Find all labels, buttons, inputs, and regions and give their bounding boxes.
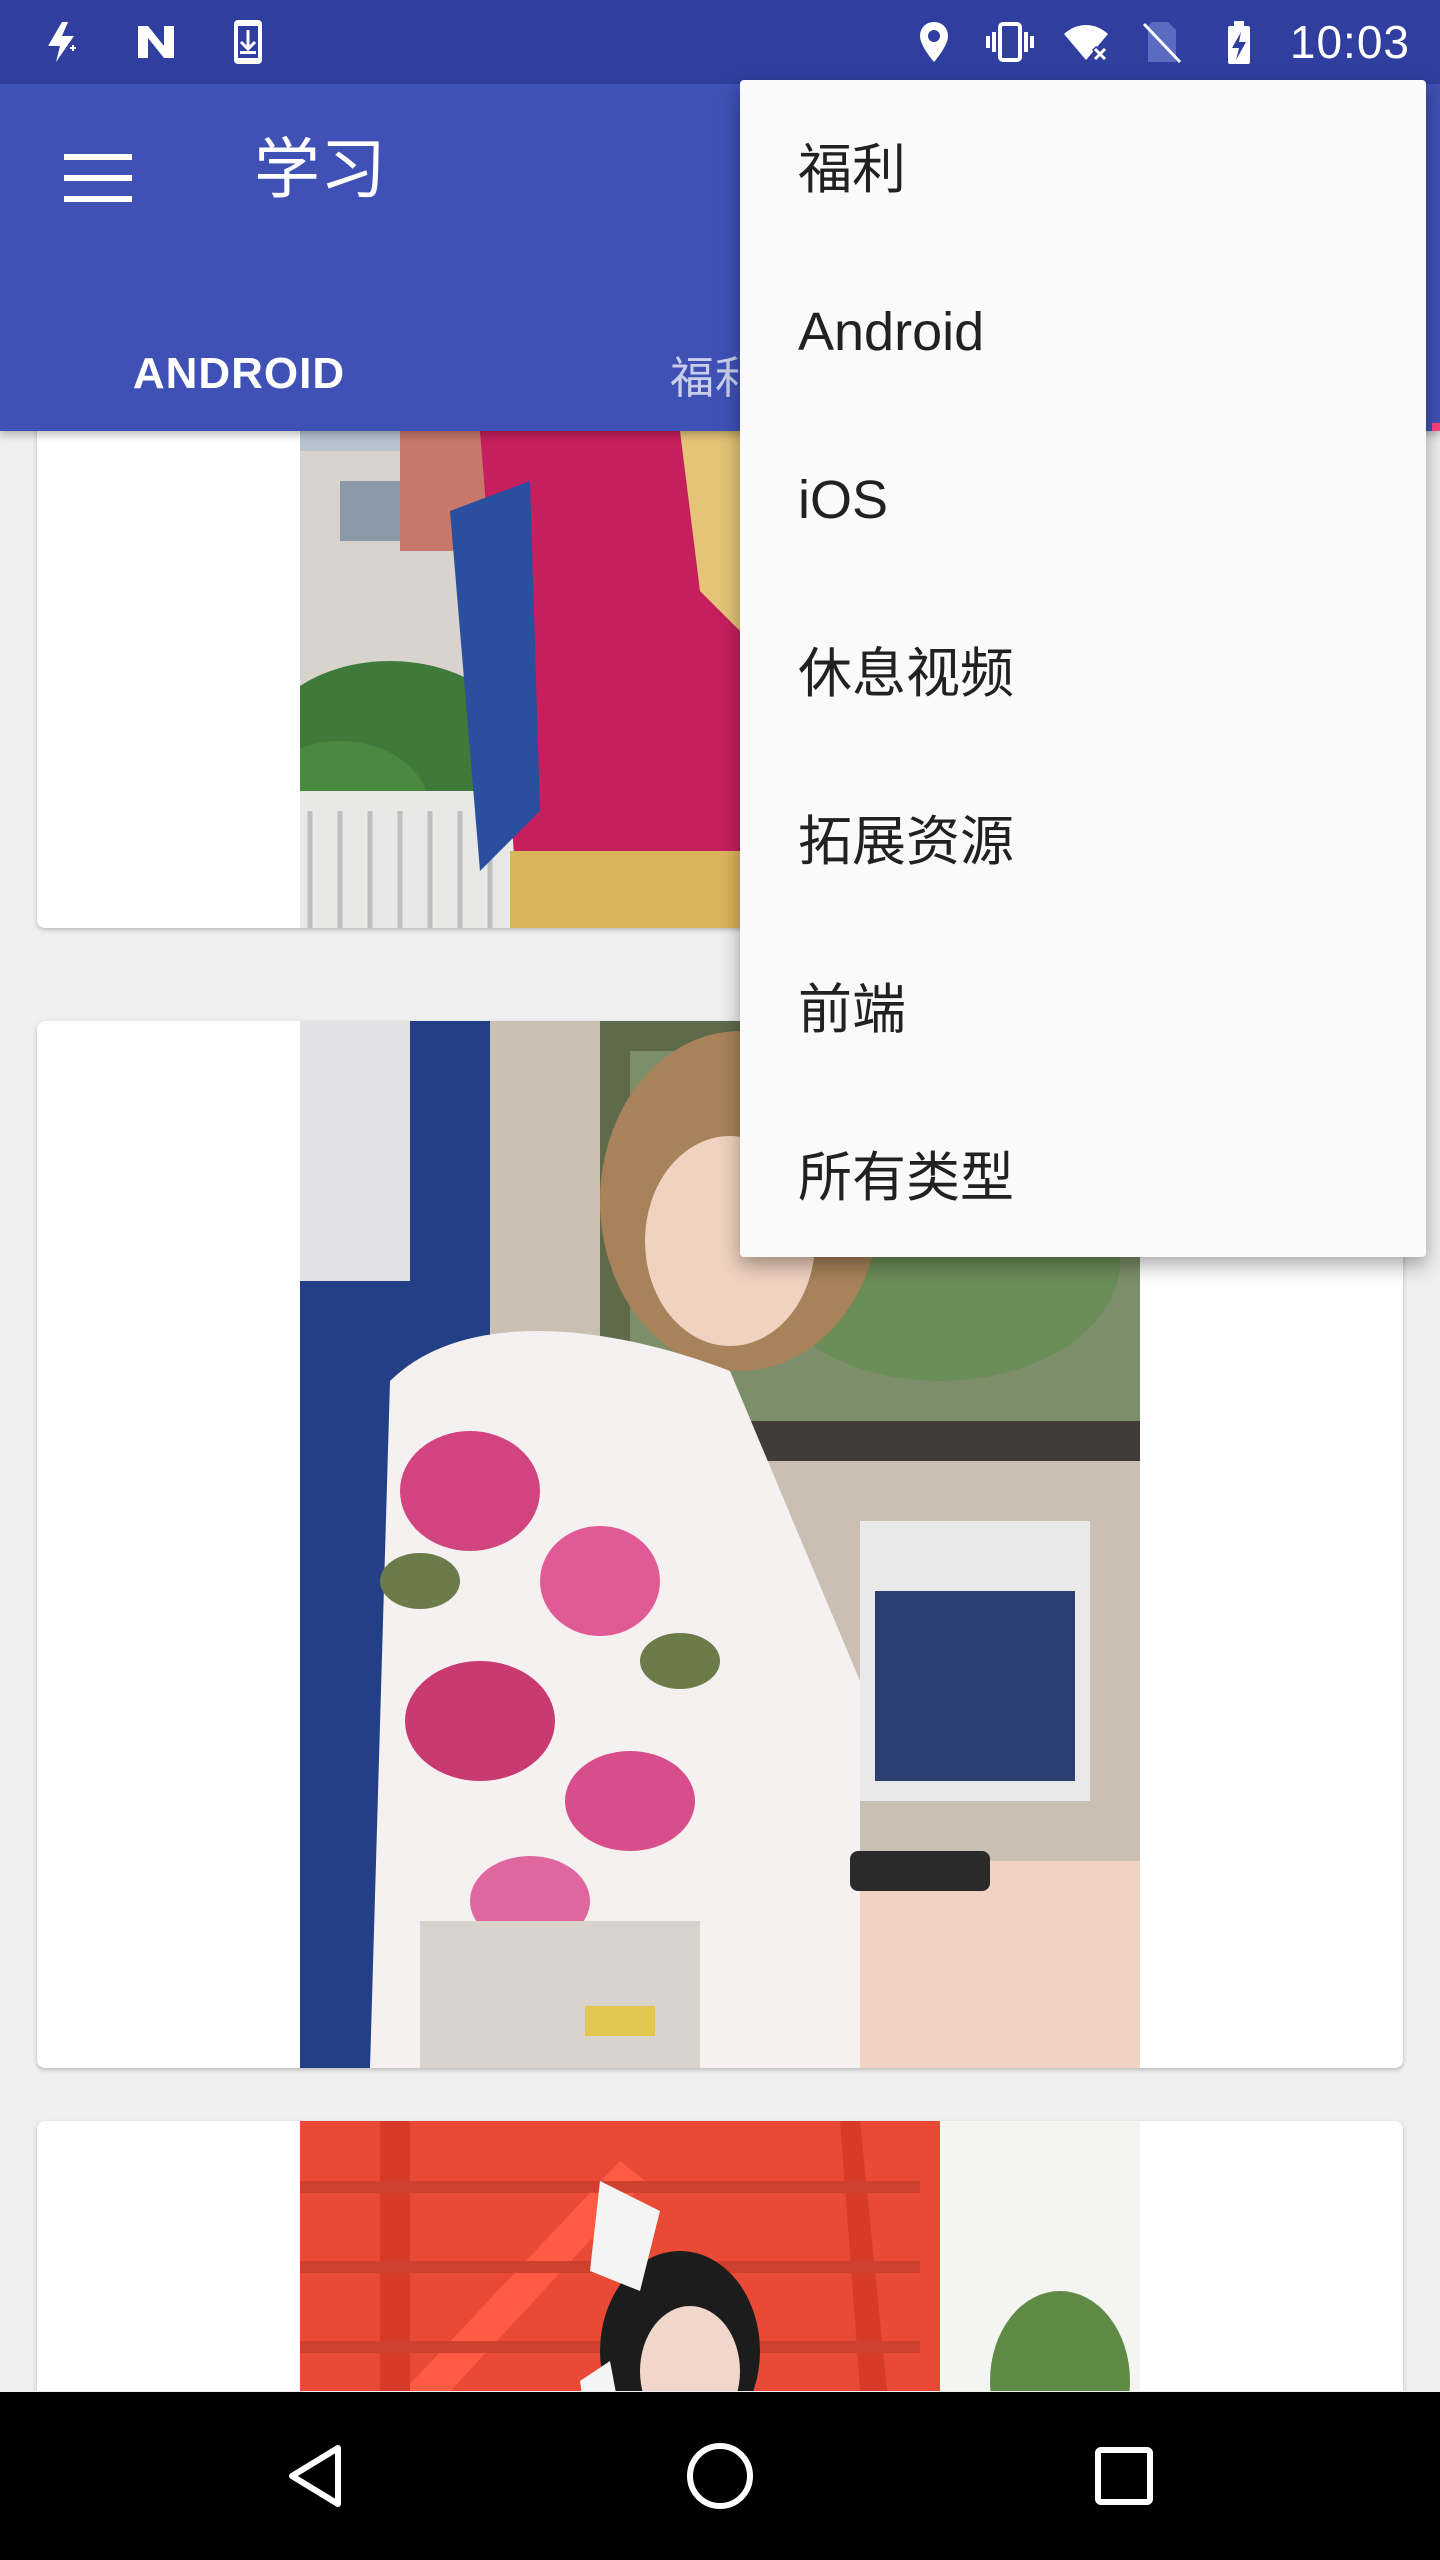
- menu-item-extended-resources[interactable]: 拓展资源: [740, 752, 1426, 920]
- status-bar: 10:03: [0, 0, 1440, 84]
- tab-android[interactable]: ANDROID: [0, 316, 478, 431]
- menu-item-frontend[interactable]: 前端: [740, 920, 1426, 1088]
- wifi-off-icon: [1062, 18, 1110, 66]
- system-nav-bar: [0, 2392, 1440, 2560]
- location-pin-icon: [910, 18, 958, 66]
- no-sim-icon: [1138, 18, 1186, 66]
- menu-item-ios[interactable]: iOS: [740, 416, 1426, 584]
- menu-item-android[interactable]: Android: [740, 248, 1426, 416]
- girl-with-fox-mask-photo: [300, 2121, 1140, 2391]
- battery-charging-icon: [1214, 18, 1262, 66]
- flash-auto-icon: [40, 18, 88, 66]
- tab-indicator: [1432, 423, 1440, 431]
- menu-item-all-types[interactable]: 所有类型: [740, 1088, 1426, 1256]
- clock: 10:03: [1289, 16, 1410, 68]
- feed-card[interactable]: [37, 2121, 1403, 2391]
- hamburger-menu-icon[interactable]: [56, 136, 140, 220]
- n-logo-icon: [132, 18, 180, 66]
- menu-item-fuli[interactable]: 福利: [740, 80, 1426, 248]
- menu-item-rest-video[interactable]: 休息视频: [740, 584, 1426, 752]
- recents-icon[interactable]: [1076, 2428, 1172, 2524]
- back-icon[interactable]: [268, 2428, 364, 2524]
- vibrate-icon: [985, 18, 1034, 66]
- home-icon[interactable]: [672, 2428, 768, 2524]
- overflow-menu: 福利 Android iOS 休息视频 拓展资源 前端 所有类型: [740, 80, 1426, 1257]
- page-title: 学习: [254, 131, 386, 208]
- download-phone-icon: [224, 18, 272, 66]
